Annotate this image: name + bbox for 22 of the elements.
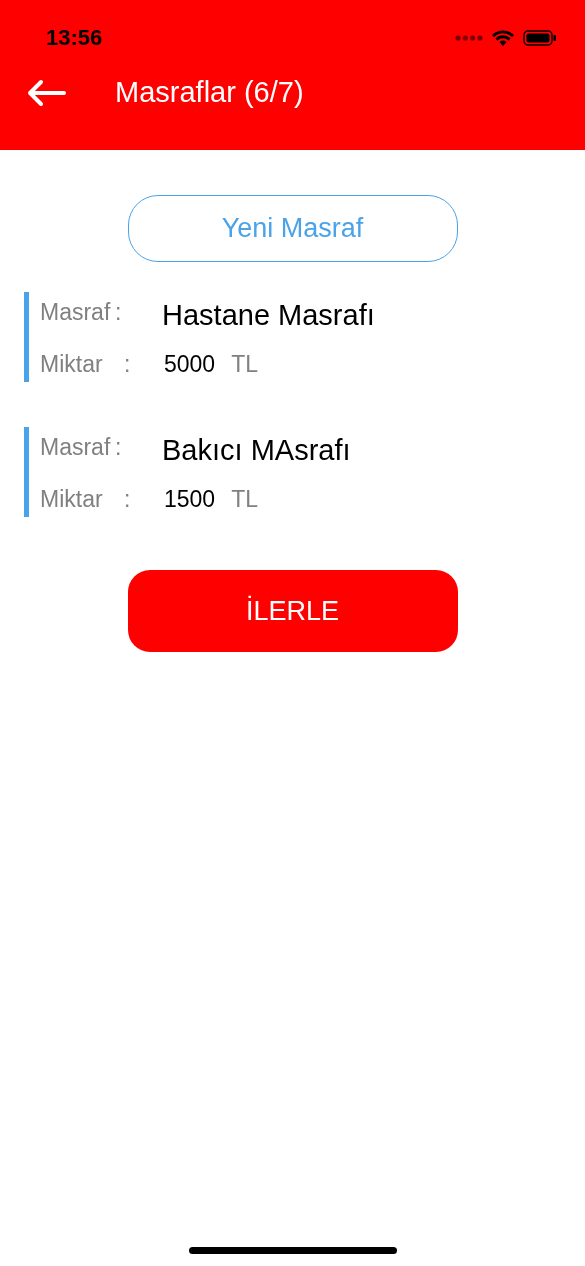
separator: : xyxy=(124,349,132,379)
header-title: Masraflar (6/7) xyxy=(115,75,304,111)
separator: : xyxy=(115,432,123,462)
separator: : xyxy=(124,484,132,514)
back-arrow-icon[interactable] xyxy=(26,79,66,107)
currency: TL xyxy=(231,484,258,514)
amount-value: 1500 xyxy=(164,484,216,514)
amount-label: Miktar xyxy=(40,349,104,379)
amount-label: Miktar xyxy=(40,484,104,514)
amount-value: 5000 xyxy=(164,349,216,379)
expense-name: Bakıcı MAsrafı xyxy=(162,433,351,469)
wifi-icon xyxy=(491,28,515,47)
expense-name: Hastane Masrafı xyxy=(162,298,375,334)
expense-label: Masraf xyxy=(40,297,112,327)
status-time: 13:56 xyxy=(46,24,103,52)
continue-button[interactable]: İLERLE xyxy=(127,570,458,652)
battery-icon xyxy=(523,29,557,46)
separator: : xyxy=(115,297,123,327)
currency: TL xyxy=(231,349,258,379)
new-expense-button[interactable]: Yeni Masraf xyxy=(127,195,458,262)
expense-label: Masraf xyxy=(40,432,112,462)
signal-icon xyxy=(455,34,483,41)
